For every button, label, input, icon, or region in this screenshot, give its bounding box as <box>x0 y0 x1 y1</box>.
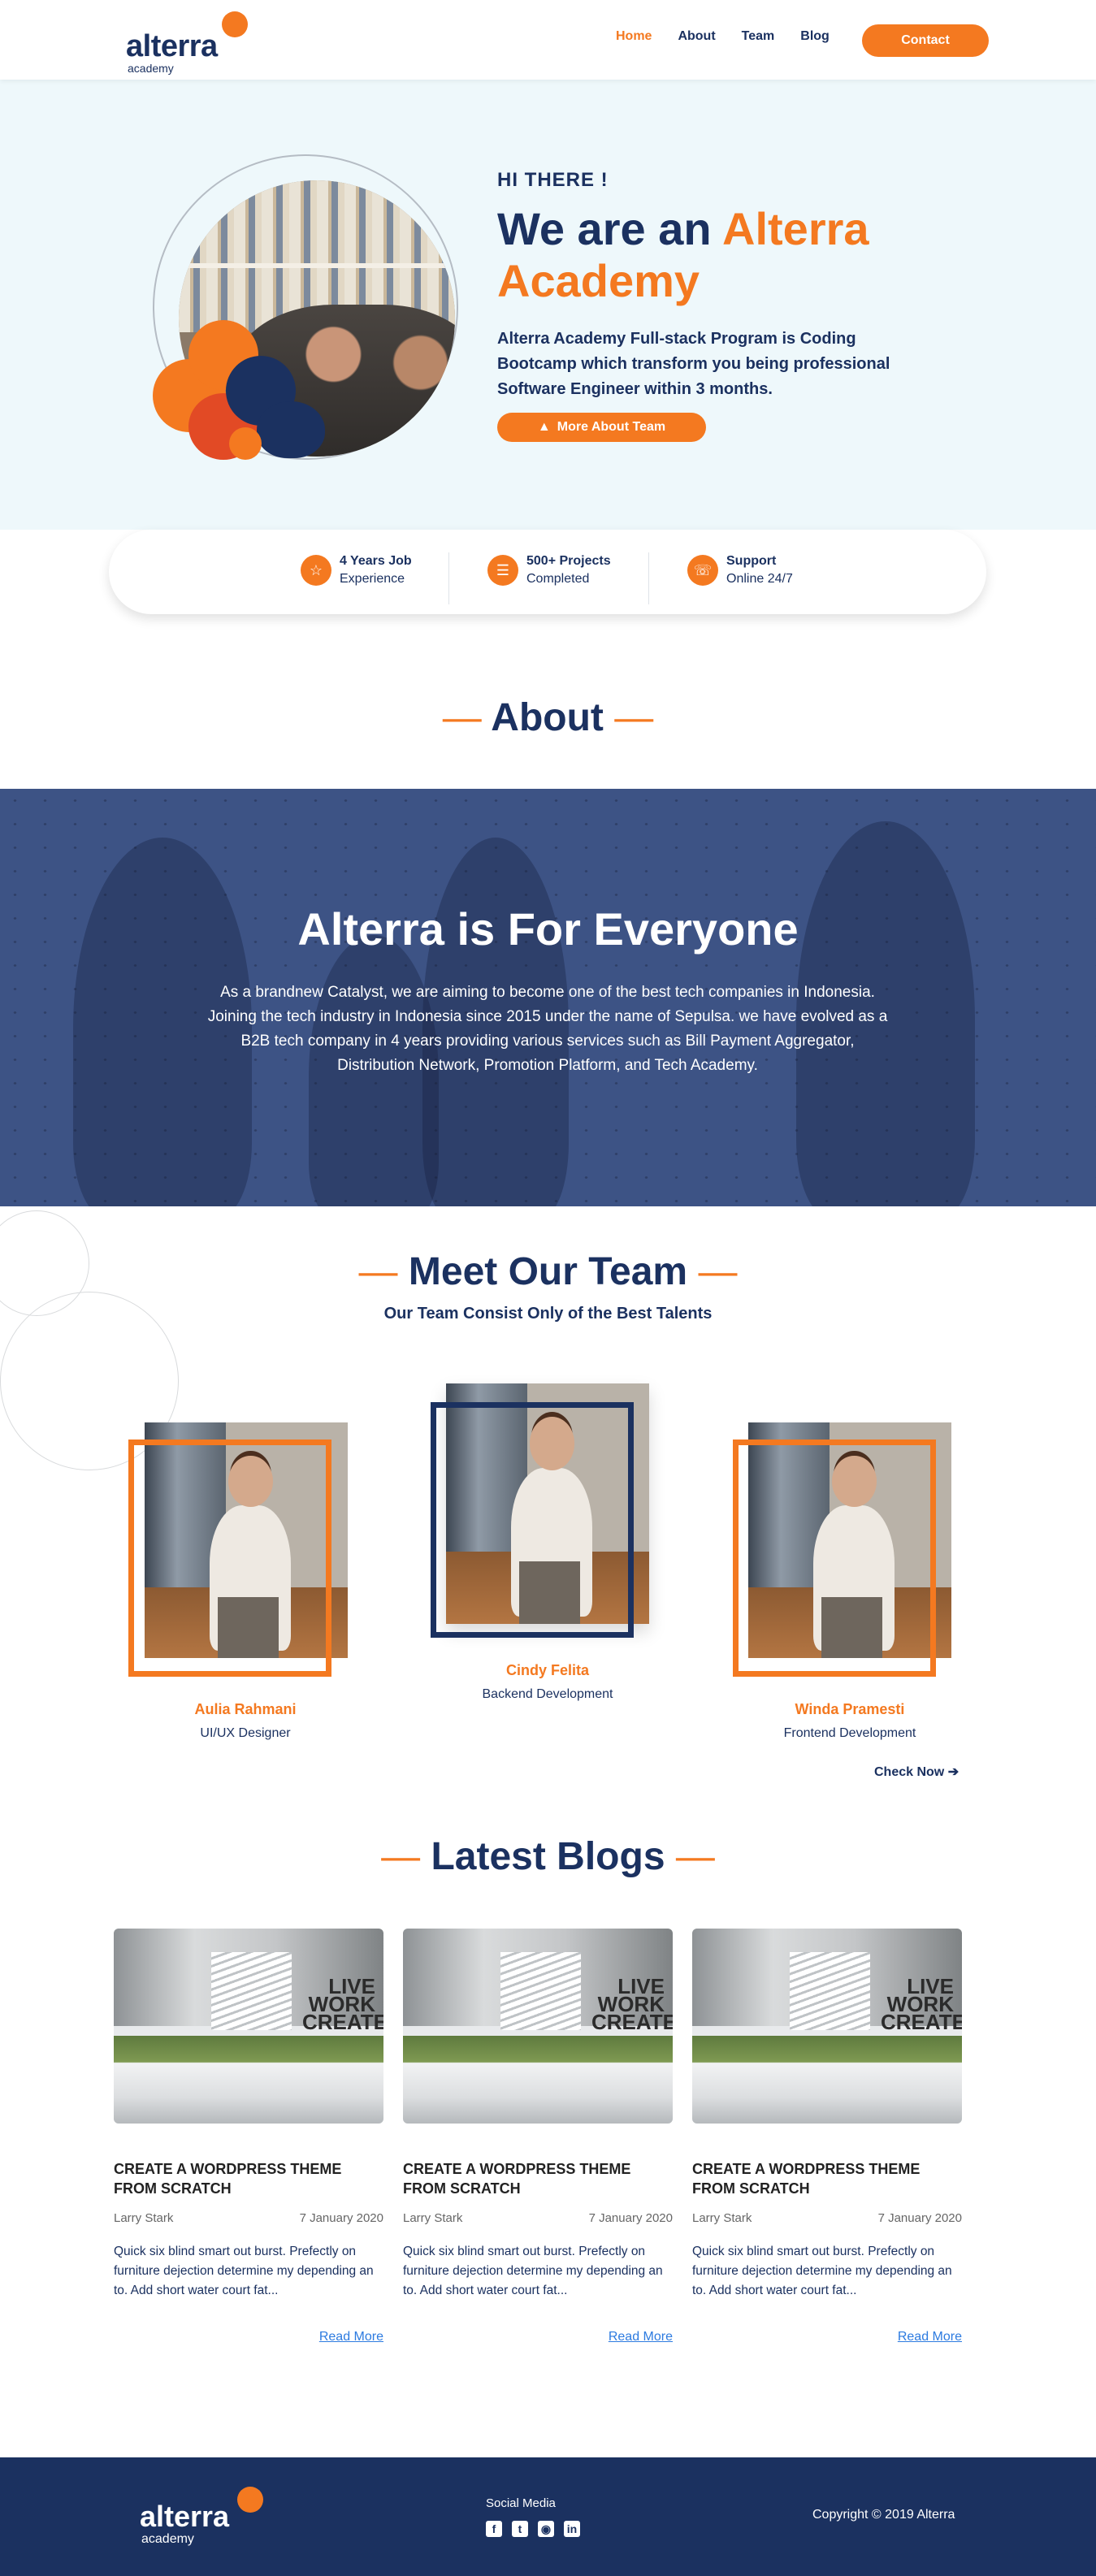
hero-headline: We are an Alterra Academy <box>497 203 869 306</box>
contact-button[interactable]: Contact <box>862 24 989 57</box>
member-frame <box>128 1440 331 1677</box>
member-name: Aulia Rahmani <box>194 1701 297 1717</box>
logo-wordmark: alterra <box>126 29 218 63</box>
rocket-icon: ▲ <box>537 420 551 434</box>
read-more-link[interactable]: Read More <box>898 2330 962 2344</box>
nav-link-team[interactable]: Team <box>742 29 775 44</box>
footer: alterra academy Social Media f t ◉ in Co… <box>0 2457 1096 2576</box>
blog-image[interactable]: LIVE WORK CREATE <box>403 1929 673 2124</box>
stat-divider <box>448 552 449 604</box>
team-subtitle: Our Team Consist Only of the Best Talent… <box>383 1305 713 1323</box>
stat-support: ☏ Support Online 24/7 <box>687 554 793 587</box>
hero-blob-navy-2 <box>257 401 325 458</box>
main-menu: Home About Team Blog <box>616 29 856 44</box>
support-icon: ☏ <box>687 555 718 586</box>
member-role: UI/UX Designer <box>200 1726 291 1740</box>
logo-wordmark: alterra <box>140 2500 230 2533</box>
social-links: f t ◉ in <box>486 2521 580 2537</box>
hero-greeting: HI THERE ! <box>497 169 609 191</box>
document-icon: ☰ <box>487 555 518 586</box>
blog-image[interactable]: LIVE WORK CREATE <box>692 1929 962 2124</box>
facebook-icon[interactable]: f <box>486 2521 502 2537</box>
hero-text: HI THERE ! We are an Alterra Academy Alt… <box>497 169 920 402</box>
logo-subtitle: academy <box>128 62 174 75</box>
team-section-title: — Meet Our Team — <box>358 1250 738 1293</box>
nav-link-blog[interactable]: Blog <box>800 29 830 44</box>
hero-blob-orange-3 <box>229 427 262 460</box>
blog-image[interactable]: LIVE WORK CREATE <box>114 1929 383 2124</box>
about-body: As a brandnew Catalyst, we are aiming to… <box>207 984 888 1074</box>
nav-link-about[interactable]: About <box>678 29 715 44</box>
blog-author: Larry Stark <box>114 2211 174 2225</box>
blog-excerpt: Quick six blind smart out burst. Prefect… <box>403 2245 663 2297</box>
more-about-team-button[interactable]: ▲ More About Team <box>497 413 706 442</box>
member-role: Backend Development <box>482 1687 613 1701</box>
blog-author: Larry Stark <box>403 2211 463 2225</box>
brand-logo[interactable]: alterra academy <box>126 11 256 75</box>
blog-excerpt: Quick six blind smart out burst. Prefect… <box>114 2245 374 2297</box>
stats-bar: ☆ 4 Years Job Experience ☰ 500+ Projects C… <box>109 530 986 614</box>
stat-projects: ☰ 500+ Projects Completed <box>487 554 611 587</box>
blog-date: 7 January 2020 <box>299 2211 383 2225</box>
top-navbar: alterra academy Home About Team Blog Con… <box>0 0 1096 80</box>
stat-experience: ☆ 4 Years Job Experience <box>301 554 412 587</box>
hero-section: HI THERE ! We are an Alterra Academy Alt… <box>0 80 1096 530</box>
copyright: Copyright © 2019 Alterra <box>812 2508 955 2522</box>
footer-logo[interactable]: alterra academy <box>140 2487 270 2552</box>
stat-divider <box>648 552 649 604</box>
blogs-section-title: — Latest Blogs — <box>381 1835 715 1878</box>
about-banner: Alterra is For Everyone As a brandnew Ca… <box>0 789 1096 1206</box>
about-section-title: — About — <box>442 696 654 739</box>
linkedin-icon[interactable]: in <box>564 2521 580 2537</box>
twitter-icon[interactable]: t <box>512 2521 528 2537</box>
logo-dot <box>237 2487 263 2513</box>
blog-title[interactable]: CREATE A WORDPRESS THEME FROM SCRATCH <box>692 2159 962 2198</box>
member-role: Frontend Development <box>783 1726 916 1740</box>
member-name: Winda Pramesti <box>795 1701 905 1717</box>
blog-title[interactable]: CREATE A WORDPRESS THEME FROM SCRATCH <box>403 2159 673 2198</box>
member-frame <box>431 1402 634 1638</box>
blog-excerpt: Quick six blind smart out burst. Prefect… <box>692 2245 952 2297</box>
blog-title[interactable]: CREATE A WORDPRESS THEME FROM SCRATCH <box>114 2159 383 2198</box>
blog-date: 7 January 2020 <box>877 2211 962 2225</box>
member-frame <box>733 1440 936 1677</box>
check-now-link[interactable]: Check Now ➔ <box>874 1764 959 1780</box>
hero-description: Alterra Academy Full-stack Program is Co… <box>497 330 890 398</box>
member-name: Cindy Felita <box>505 1662 589 1678</box>
read-more-link[interactable]: Read More <box>319 2330 383 2344</box>
read-more-link[interactable]: Read More <box>609 2330 673 2344</box>
nav-link-home[interactable]: Home <box>616 29 652 44</box>
blog-author: Larry Stark <box>692 2211 752 2225</box>
blog-date: 7 January 2020 <box>588 2211 673 2225</box>
logo-subtitle: academy <box>141 2532 194 2546</box>
social-media-heading: Social Media <box>486 2496 556 2510</box>
instagram-icon[interactable]: ◉ <box>538 2521 554 2537</box>
logo-dot <box>222 11 248 37</box>
about-heading: Alterra is For Everyone <box>297 903 799 955</box>
badge-icon: ☆ <box>301 555 331 586</box>
